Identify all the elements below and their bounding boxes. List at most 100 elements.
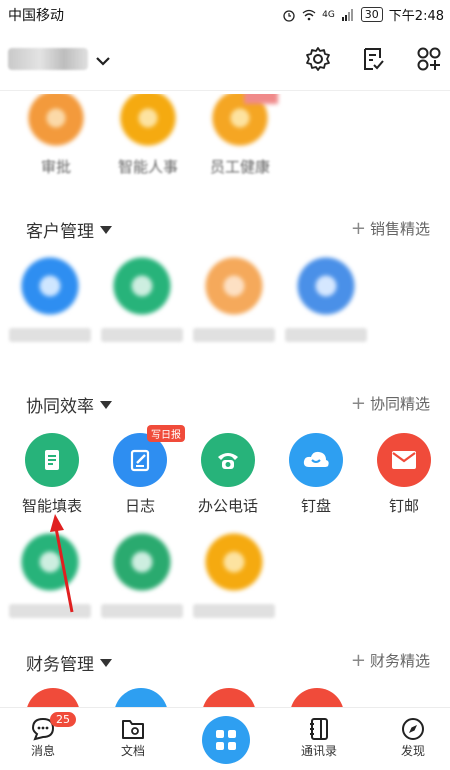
customer-app-2-label <box>101 328 183 342</box>
collab-picks-label: 协同精选 <box>369 395 430 413</box>
finance-picks-link[interactable]: + 财务精选 <box>351 650 430 671</box>
sales-picks-label: 销售精选 <box>369 220 430 238</box>
status-bar: 中国移动 4G 30 下午2:48 <box>0 0 450 28</box>
customer-app-2-icon <box>110 254 174 318</box>
nav-discover[interactable]: 发现 <box>378 716 448 759</box>
section-collab-label: 协同效率 <box>26 397 94 417</box>
chevron-down-icon[interactable] <box>94 52 112 70</box>
customer-app-4-icon <box>294 254 358 318</box>
employee-health-app[interactable]: 员工健康 <box>196 94 284 177</box>
top-apps-row: 审批 智能人事 员工健康 <box>12 94 450 186</box>
contacts-book-icon <box>310 718 328 740</box>
wifi-icon <box>302 9 316 20</box>
docs-folder-icon <box>122 720 144 739</box>
collab-app-6-icon <box>18 530 82 594</box>
status-icons: 4G 30 下午2:48 <box>282 5 444 24</box>
grid-icon <box>216 730 236 750</box>
plus-icon: + <box>350 650 366 671</box>
hr-icon <box>116 94 180 150</box>
plus-icon: + <box>350 218 366 239</box>
smart-hr-app[interactable]: 智能人事 <box>104 94 192 177</box>
customer-app-1[interactable] <box>6 254 94 342</box>
unread-count-badge: 25 <box>50 712 76 727</box>
apps-plus-icon <box>417 47 441 71</box>
new-badge-blurred <box>244 94 278 104</box>
clock-time: 下午2:48 <box>388 9 444 24</box>
compass-icon <box>402 718 424 740</box>
collab-app-7-icon <box>110 530 174 594</box>
form-icon <box>25 433 79 487</box>
smart-form-app[interactable]: 智能填表 <box>8 433 96 516</box>
collab-app-8[interactable] <box>190 530 278 618</box>
write-report-badge: 写日报 <box>147 425 185 442</box>
collab-app-8-icon <box>202 530 266 594</box>
ding-mail-app[interactable]: 钉邮 <box>360 433 448 516</box>
add-app-button[interactable] <box>414 44 444 74</box>
log-label: 日志 <box>124 497 155 515</box>
signal-icon <box>341 8 353 21</box>
approval-icon <box>24 94 88 150</box>
network-type-label: 4G <box>322 9 335 20</box>
caret-down-icon <box>100 658 112 667</box>
alarm-icon <box>283 9 295 22</box>
workspace-header <box>0 28 450 91</box>
nav-docs[interactable]: 文档 <box>98 716 168 759</box>
finance-app-2-icon[interactable] <box>114 688 168 708</box>
log-icon: 写日报 <box>113 425 185 487</box>
finance-app-1-icon[interactable] <box>26 688 80 708</box>
collab-apps-row-2 <box>6 530 446 620</box>
nav-discover-label: 发现 <box>400 744 425 758</box>
collab-apps-row: 智能填表 写日报 日志 办公电话 钉盘 钉邮 <box>8 425 448 523</box>
battery-level: 30 <box>360 7 383 22</box>
customer-app-4[interactable] <box>282 254 370 342</box>
checklist-icon <box>364 48 384 70</box>
customer-app-1-icon <box>18 254 82 318</box>
ding-disk-label: 钉盘 <box>300 497 331 515</box>
customer-app-3[interactable] <box>190 254 278 342</box>
org-name[interactable] <box>8 48 88 70</box>
nav-contacts[interactable]: 通讯录 <box>284 716 354 759</box>
approve-records-button[interactable] <box>358 44 388 74</box>
approval-label: 审批 <box>40 158 71 176</box>
nav-docs-label: 文档 <box>120 744 145 758</box>
employee-health-label: 员工健康 <box>209 158 270 176</box>
caret-down-icon <box>100 400 112 409</box>
collab-app-6[interactable] <box>6 530 94 618</box>
mail-icon <box>377 433 431 487</box>
finance-app-4-icon[interactable] <box>290 688 344 708</box>
nav-contacts-label: 通讯录 <box>300 744 337 758</box>
workbench-button[interactable] <box>202 716 250 764</box>
collab-app-8-label <box>193 604 275 618</box>
collab-picks-link[interactable]: + 协同精选 <box>351 393 430 414</box>
section-collab-title[interactable]: 协同效率 <box>26 392 112 417</box>
collab-app-7-label <box>101 604 183 618</box>
office-phone-label: 办公电话 <box>197 497 258 515</box>
customer-apps-row <box>6 254 446 364</box>
plus-icon: + <box>350 393 366 414</box>
customer-app-2[interactable] <box>98 254 186 342</box>
section-customer-title[interactable]: 客户管理 <box>26 217 112 242</box>
sales-picks-link[interactable]: + 销售精选 <box>351 218 430 239</box>
cloud-icon <box>289 433 343 487</box>
customer-app-3-label <box>193 328 275 342</box>
finance-picks-label: 财务精选 <box>369 652 430 670</box>
smart-form-label: 智能填表 <box>21 497 82 515</box>
smart-hr-label: 智能人事 <box>117 158 178 176</box>
finance-app-3-icon[interactable] <box>202 688 256 708</box>
nav-messages-label: 消息 <box>30 744 55 758</box>
log-app[interactable]: 写日报 日志 <box>96 425 185 516</box>
ding-disk-app[interactable]: 钉盘 <box>272 433 360 516</box>
collab-app-6-label <box>9 604 91 618</box>
caret-down-icon <box>100 225 112 234</box>
section-customer-label: 客户管理 <box>26 222 94 242</box>
collab-app-7[interactable] <box>98 530 186 618</box>
section-finance-label: 财务管理 <box>26 655 94 675</box>
nav-messages[interactable]: 25 消息 <box>8 712 78 759</box>
customer-app-3-icon <box>202 254 266 318</box>
office-phone-app[interactable]: 办公电话 <box>184 433 272 516</box>
approval-app[interactable]: 审批 <box>12 94 100 177</box>
phone-icon <box>201 433 255 487</box>
finance-apps-row <box>0 688 450 708</box>
settings-button[interactable] <box>303 44 333 74</box>
section-finance-title[interactable]: 财务管理 <box>26 650 112 675</box>
